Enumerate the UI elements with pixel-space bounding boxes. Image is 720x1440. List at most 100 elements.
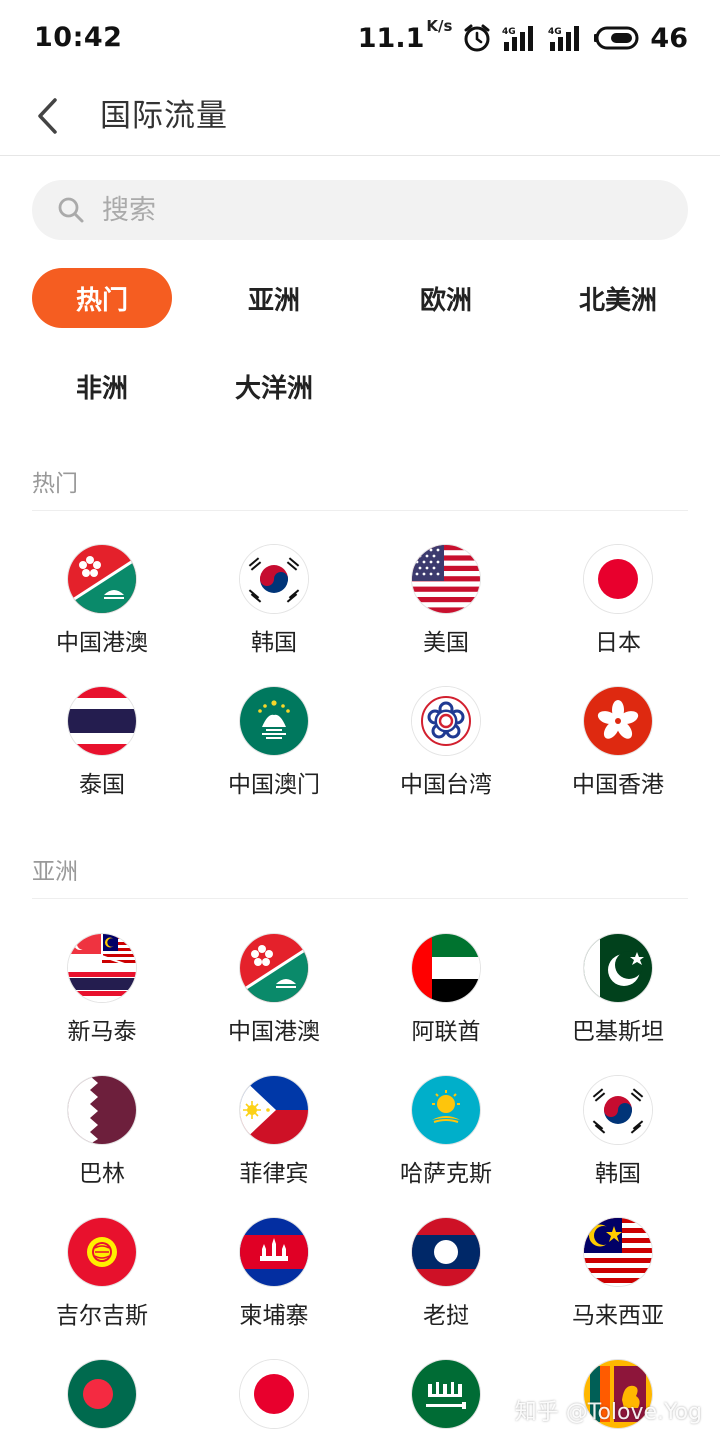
saudi-flag-icon bbox=[412, 1360, 480, 1428]
region-item[interactable]: 日本 bbox=[532, 545, 704, 687]
japan-flag-icon bbox=[584, 545, 652, 613]
region-item[interactable]: 韩国 bbox=[188, 545, 360, 687]
uae-flag-icon bbox=[412, 934, 480, 1002]
kazakhstan-flag-icon bbox=[412, 1076, 480, 1144]
region-item[interactable] bbox=[360, 1360, 532, 1440]
region-item[interactable]: 吉尔吉斯 bbox=[16, 1218, 188, 1360]
filter-chip-europe[interactable]: 欧洲 bbox=[360, 268, 532, 328]
region-item[interactable]: 菲律宾 bbox=[188, 1076, 360, 1218]
region-name: 日本 bbox=[595, 630, 641, 656]
region-name: 柬埔寨 bbox=[239, 1303, 309, 1329]
section-title-asia: 亚洲 bbox=[32, 859, 78, 885]
korea-flag-icon bbox=[240, 545, 308, 613]
region-name: 老挝 bbox=[423, 1303, 469, 1329]
region-item[interactable]: 新马泰 bbox=[16, 934, 188, 1076]
laos-flag-icon bbox=[412, 1218, 480, 1286]
back-button[interactable] bbox=[22, 86, 72, 146]
battery-icon bbox=[594, 26, 639, 50]
region-filter-tabs: 热门 亚洲 欧洲 北美洲 非洲 大洋洲 bbox=[16, 268, 704, 416]
kyrgyzstan-flag-icon bbox=[68, 1218, 136, 1286]
region-item[interactable]: 阿联酋 bbox=[360, 934, 532, 1076]
hongkong-flag-icon bbox=[584, 687, 652, 755]
region-item[interactable]: 老挝 bbox=[360, 1218, 532, 1360]
region-item[interactable]: 马来西亚 bbox=[532, 1218, 704, 1360]
hot-region-grid: 中国港澳 韩国 美国 日本 泰国 中国澳门 中国台湾 中国香港 bbox=[16, 545, 704, 829]
region-name: 吉尔吉斯 bbox=[56, 1303, 148, 1329]
region-name: 中国港澳 bbox=[228, 1019, 320, 1045]
svg-text:4G: 4G bbox=[502, 27, 516, 37]
region-item[interactable]: 泰国 bbox=[16, 687, 188, 829]
region-name: 韩国 bbox=[251, 630, 297, 656]
region-item[interactable]: 中国香港 bbox=[532, 687, 704, 829]
filter-chip-hot[interactable]: 热门 bbox=[32, 268, 172, 328]
japan-flag-icon bbox=[240, 1360, 308, 1428]
region-name: 美国 bbox=[423, 630, 469, 656]
chevron-left-icon bbox=[38, 98, 57, 134]
hk-macau-flag-icon bbox=[240, 934, 308, 1002]
signal-4g-icon: 4G bbox=[502, 26, 534, 51]
region-item[interactable]: 中国澳门 bbox=[188, 687, 360, 829]
section-title-hot: 热门 bbox=[32, 471, 78, 497]
region-name: 马来西亚 bbox=[572, 1303, 664, 1329]
region-name: 泰国 bbox=[79, 772, 125, 798]
region-item[interactable]: 巴基斯坦 bbox=[532, 934, 704, 1076]
taiwan-flag-icon bbox=[412, 687, 480, 755]
net-speed: 11.1 K/s bbox=[358, 17, 453, 54]
region-name: 新马泰 bbox=[67, 1019, 137, 1045]
philippines-flag-icon bbox=[240, 1076, 308, 1144]
region-item[interactable]: 中国港澳 bbox=[188, 934, 360, 1076]
battery-level: 46 bbox=[650, 22, 688, 54]
region-item[interactable]: 美国 bbox=[360, 545, 532, 687]
cambodia-flag-icon bbox=[240, 1218, 308, 1286]
search-icon bbox=[58, 197, 84, 223]
region-name: 哈萨克斯 bbox=[400, 1161, 492, 1187]
section-divider bbox=[32, 510, 688, 511]
svg-text:4G: 4G bbox=[548, 27, 562, 37]
region-name: 阿联酋 bbox=[411, 1019, 481, 1045]
region-name: 中国台湾 bbox=[400, 772, 492, 798]
region-name: 巴基斯坦 bbox=[572, 1019, 664, 1045]
region-name: 中国港澳 bbox=[56, 630, 148, 656]
alarm-icon bbox=[464, 24, 490, 52]
status-bar: 10:42 11.1 K/s 4G 4G 46 bbox=[0, 0, 720, 76]
sg-my-th-flag-icon bbox=[68, 934, 136, 1002]
region-item[interactable]: 柬埔寨 bbox=[188, 1218, 360, 1360]
region-name: 韩国 bbox=[595, 1161, 641, 1187]
top-nav-bar: 国际流量 bbox=[0, 76, 720, 156]
usa-flag-icon bbox=[412, 545, 480, 613]
filter-chip-africa[interactable]: 非洲 bbox=[16, 356, 188, 416]
net-speed-unit: K/s bbox=[426, 16, 453, 35]
filter-chip-wrap: 热门 bbox=[16, 268, 188, 328]
bangladesh-flag-icon bbox=[68, 1360, 136, 1428]
malaysia-flag-icon bbox=[584, 1218, 652, 1286]
thailand-flag-icon bbox=[68, 687, 136, 755]
filter-chip-north-america[interactable]: 北美洲 bbox=[532, 268, 704, 328]
filter-chip-oceania[interactable]: 大洋洲 bbox=[188, 356, 360, 416]
section-divider bbox=[32, 898, 688, 899]
macau-flag-icon bbox=[240, 687, 308, 755]
region-item[interactable]: 中国港澳 bbox=[16, 545, 188, 687]
page-title: 国际流量 bbox=[100, 98, 228, 134]
asia-region-grid: 新马泰 中国港澳 阿联酋 巴基斯坦 巴林 菲律宾 哈萨克斯 韩国 吉尔吉斯 柬埔… bbox=[16, 934, 704, 1440]
search-bar[interactable] bbox=[32, 180, 688, 240]
bahrain-flag-icon bbox=[68, 1076, 136, 1144]
region-item[interactable]: 中国台湾 bbox=[360, 687, 532, 829]
region-name: 巴林 bbox=[79, 1161, 125, 1187]
region-item[interactable]: 韩国 bbox=[532, 1076, 704, 1218]
search-input[interactable] bbox=[102, 194, 662, 226]
status-indicators: 11.1 K/s 4G 4G 46 bbox=[358, 17, 688, 56]
signal-4g-icon: 4G bbox=[548, 26, 580, 51]
hk-macau-flag-icon bbox=[68, 545, 136, 613]
watermark: 知乎 @Tolove.Yog bbox=[514, 1400, 702, 1425]
status-time: 10:42 bbox=[34, 22, 123, 53]
region-item[interactable] bbox=[188, 1360, 360, 1440]
region-item[interactable]: 巴林 bbox=[16, 1076, 188, 1218]
filter-chip-asia[interactable]: 亚洲 bbox=[188, 268, 360, 328]
region-name: 菲律宾 bbox=[239, 1161, 309, 1187]
region-name: 中国香港 bbox=[572, 772, 664, 798]
region-item[interactable] bbox=[16, 1360, 188, 1440]
region-name: 中国澳门 bbox=[228, 772, 320, 798]
pakistan-flag-icon bbox=[584, 934, 652, 1002]
region-item[interactable]: 哈萨克斯 bbox=[360, 1076, 532, 1218]
korea-flag-icon bbox=[584, 1076, 652, 1144]
